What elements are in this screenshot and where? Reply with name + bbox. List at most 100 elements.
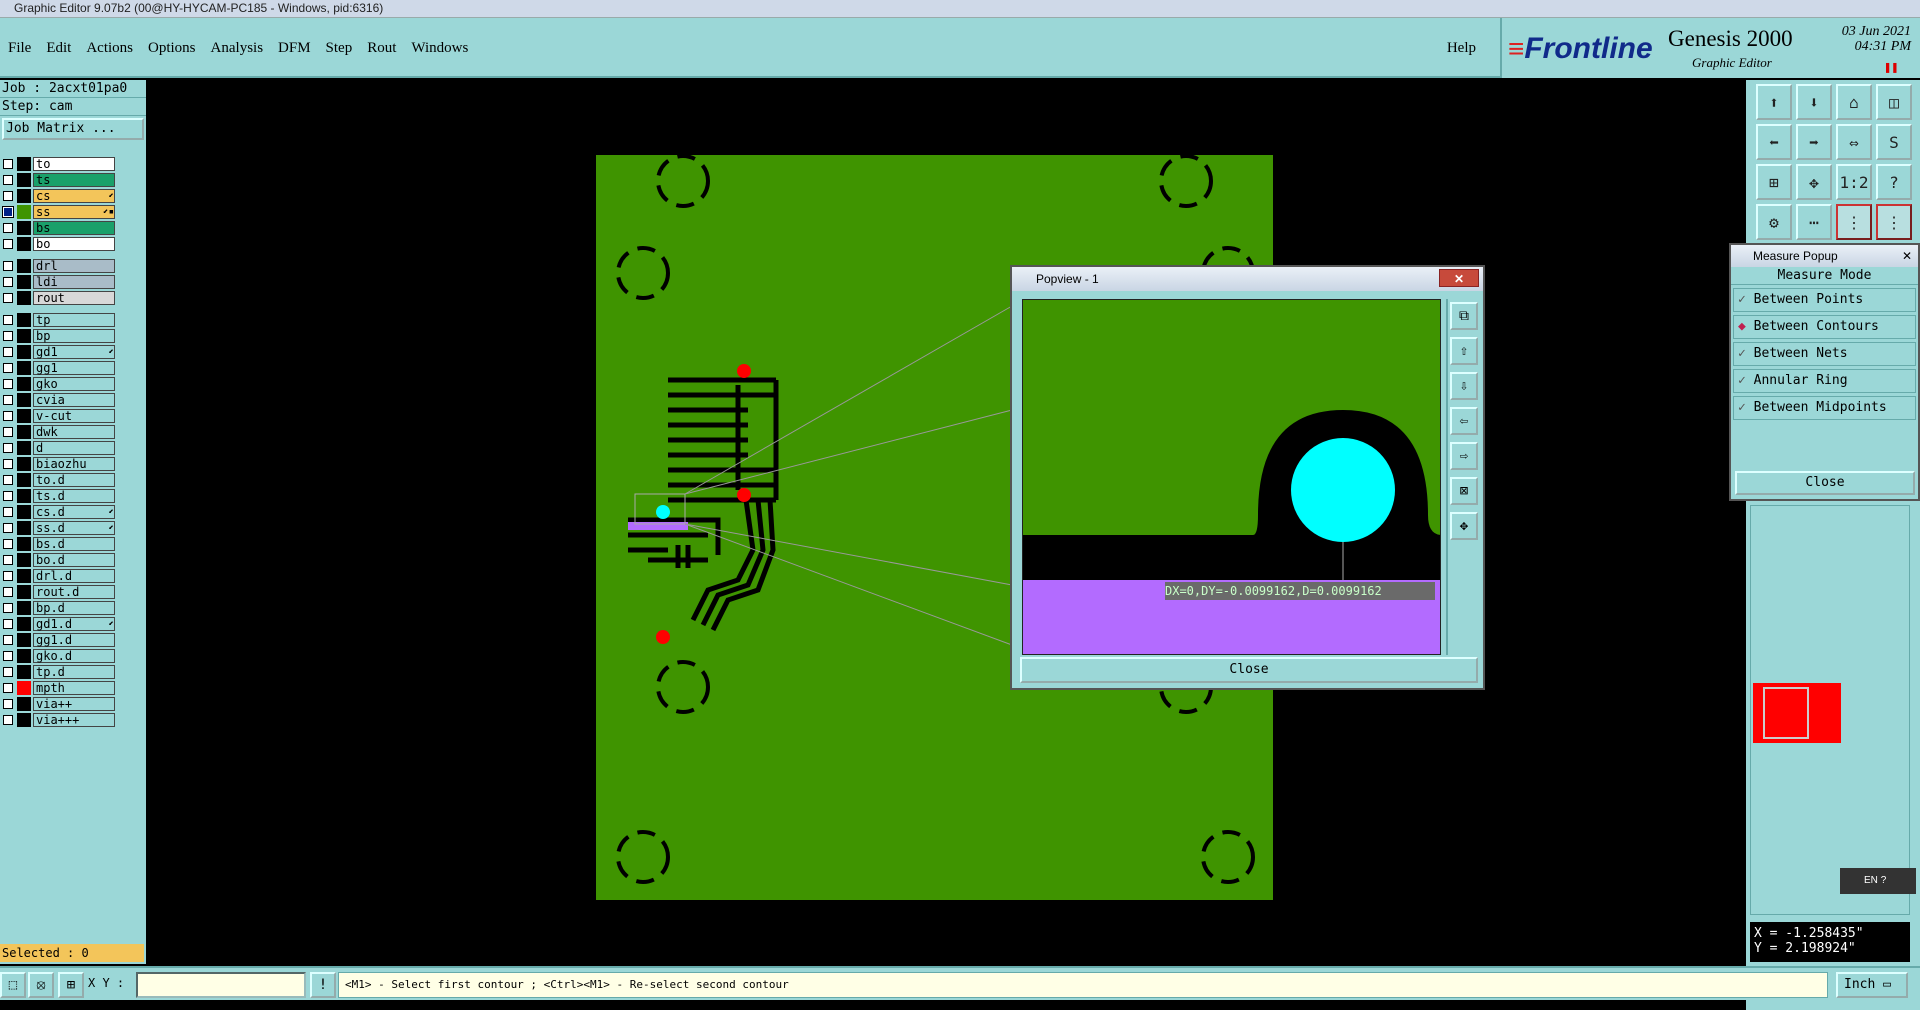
layer-row-ts[interactable]: ts [0,172,118,188]
layer-name[interactable]: to.d [33,473,115,487]
layer-row-bs.d[interactable]: bs.d [0,536,118,552]
popview-viewport[interactable]: DX=0,DY=-0.0099162,D=0.0099162 [1022,299,1441,655]
layer-color-swatch[interactable] [17,189,31,203]
measure-option-annular-ring[interactable]: ✓ Annular Ring [1733,369,1916,393]
layer-name[interactable]: drl.d [33,569,115,583]
layer-row-biaozhu[interactable]: biaozhu [0,456,118,472]
layer-name[interactable]: v-cut [33,409,115,423]
layer-color-swatch[interactable] [17,521,31,535]
layer-name[interactable]: mpth [33,681,115,695]
measure-mode-icon[interactable]: ⦻ [28,972,54,998]
layer-row-bs[interactable]: bs [0,220,118,236]
menu-actions[interactable]: Actions [86,40,133,57]
layer-row-gko.d[interactable]: gko.d [0,648,118,664]
menu-step[interactable]: Step [326,40,353,57]
layer-name[interactable]: via+++ [33,713,115,727]
layer-checkbox[interactable] [3,347,13,357]
layer-color-swatch[interactable] [17,585,31,599]
layer-name[interactable]: dwk [33,425,115,439]
language-indicator[interactable]: EN ? [1840,868,1916,894]
layer-row-bp[interactable]: bp [0,328,118,344]
popview-right-icon[interactable]: ⇨ [1450,442,1478,470]
layer-color-swatch[interactable] [17,205,31,219]
layer-row-via++[interactable]: via++ [0,696,118,712]
menu-help[interactable]: Help [1447,40,1476,57]
layer-color-swatch[interactable] [17,537,31,551]
layer-checkbox[interactable] [3,619,13,629]
popview-close-x-button[interactable]: ✕ [1439,269,1479,287]
layer-color-swatch[interactable] [17,457,31,471]
pan-down-icon[interactable]: ⬇ [1796,84,1832,120]
layer-checkbox[interactable] [3,315,13,325]
layer-row-to[interactable]: to [0,156,118,172]
layer-name[interactable]: bo [33,237,115,251]
layer-checkbox[interactable] [3,331,13,341]
layer-name[interactable]: d [33,441,115,455]
layer-checkbox[interactable] [3,277,13,287]
graphic-canvas[interactable] [148,80,1746,964]
layer-name[interactable]: ts.d [33,489,115,503]
popview-title-bar[interactable]: Popview - 1 ✕ [1012,267,1483,291]
unit-select[interactable]: Inch ▭ [1836,972,1908,998]
layer-color-swatch[interactable] [17,441,31,455]
layer-color-swatch[interactable] [17,361,31,375]
layer-color-swatch[interactable] [17,237,31,251]
layer-row-ss.d[interactable]: ss.d ⬋ [0,520,118,536]
layer-color-swatch[interactable] [17,601,31,615]
measure-tool-icon[interactable]: ⚙ [1756,204,1792,240]
layer-color-swatch[interactable] [17,259,31,273]
layer-name[interactable]: bo.d [33,553,115,567]
layer-checkbox[interactable] [3,293,13,303]
layer-color-swatch[interactable] [17,291,31,305]
popview-zoom-icon[interactable]: ⧉ [1450,302,1478,330]
overview-view-frame[interactable] [1763,687,1809,739]
layer-checkbox[interactable] [3,651,13,661]
layer-color-swatch[interactable] [17,681,31,695]
layer-color-swatch[interactable] [17,221,31,235]
layer-row-d[interactable]: d [0,440,118,456]
measure-popup-close-icon[interactable]: ✕ [1902,245,1912,267]
layer-color-swatch[interactable] [17,425,31,439]
layer-row-drl.d[interactable]: drl.d [0,568,118,584]
layer-color-swatch[interactable] [17,173,31,187]
layer-row-v-cut[interactable]: v-cut [0,408,118,424]
measure-popup-close-button[interactable]: Close [1735,471,1915,495]
layer-checkbox[interactable] [3,475,13,485]
layer-name[interactable]: bs [33,221,115,235]
popview-fit-icon[interactable]: ⊠ [1450,477,1478,505]
job-matrix-button[interactable]: Job Matrix ... [2,118,144,140]
snap-icon[interactable]: S [1876,124,1912,160]
window-split-icon[interactable]: ◫ [1876,84,1912,120]
grid-icon[interactable]: ⋯ [1796,204,1832,240]
layer-name[interactable]: rout.d [33,585,115,599]
layer-row-gko[interactable]: gko [0,376,118,392]
layer-name[interactable]: gg1 [33,361,115,375]
layer-row-bp.d[interactable]: bp.d [0,600,118,616]
layer-name[interactable]: ss.d ⬋ [33,521,115,535]
layer-checkbox[interactable] [3,427,13,437]
layer-checkbox[interactable] [3,523,13,533]
zoom-in-out-icon[interactable]: ⇔ [1836,124,1872,160]
layer-name[interactable]: tp.d [33,665,115,679]
layer-row-gd1[interactable]: gd1 ⬋ [0,344,118,360]
layer-name[interactable]: drl [33,259,115,273]
layer-color-swatch[interactable] [17,275,31,289]
layer-checkbox[interactable] [3,395,13,405]
menu-analysis[interactable]: Analysis [211,40,264,57]
layer-checkbox[interactable] [3,715,13,725]
layer-name[interactable]: ts [33,173,115,187]
layer-checkbox[interactable] [3,491,13,501]
layer-color-swatch[interactable] [17,713,31,727]
menu-dfm[interactable]: DFM [278,40,311,57]
popview-down-icon[interactable]: ⇩ [1450,372,1478,400]
layer-name[interactable]: bp.d [33,601,115,615]
menu-edit[interactable]: Edit [46,40,71,57]
select-mode-icon[interactable]: ⬚ [0,972,26,998]
layer-row-tp.d[interactable]: tp.d [0,664,118,680]
zoom-center-icon[interactable]: ✥ [1796,164,1832,200]
netlist-alt-icon[interactable]: ⋮ [1876,204,1912,240]
layer-checkbox[interactable] [3,571,13,581]
layer-row-dwk[interactable]: dwk [0,424,118,440]
layer-checkbox[interactable] [3,587,13,597]
layer-row-tp[interactable]: tp [0,312,118,328]
